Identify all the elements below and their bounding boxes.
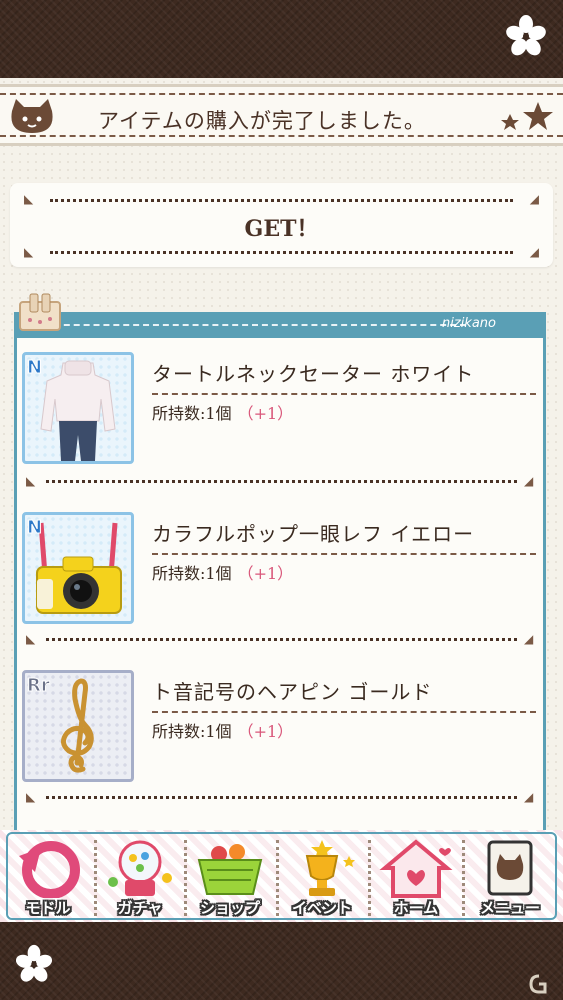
duck-icon: ◢: [529, 245, 539, 259]
bottom-nav: モドル ガチャ ショップ イベント ホーム メニュー: [0, 830, 563, 922]
top-bar: [0, 0, 563, 78]
back-button[interactable]: モドル: [4, 838, 92, 924]
event-label: イベント: [291, 899, 352, 917]
list-item[interactable]: N タートルネックセーター ホワイト 所持数:1個 （+1）: [22, 352, 538, 482]
duck-icon: ◣: [24, 192, 34, 206]
watermark-logo-icon: [529, 974, 547, 994]
duck-icon: ◢: [524, 790, 534, 804]
sakura-icon: [15, 944, 53, 982]
divider: [46, 480, 517, 483]
duck-icon: ◣: [26, 474, 36, 488]
item-name: ト音記号のヘアピン ゴールド: [152, 676, 536, 713]
page-title: アイテムの購入が完了しました。: [98, 109, 426, 133]
quantity-increment: （+1）: [237, 564, 294, 583]
item-thumbnail: N: [22, 512, 134, 624]
event-button[interactable]: イベント: [278, 838, 366, 924]
duck-icon: ◣: [26, 790, 36, 804]
rarity-badge: N: [26, 357, 43, 379]
duck-icon: ◣: [24, 245, 34, 259]
item-thumbnail: Rr: [22, 670, 134, 782]
list-item[interactable]: Rr ト音記号のヘアピン ゴールド 所持数:1個 （+1）: [22, 670, 538, 800]
duck-icon: ◢: [529, 192, 539, 206]
divider: [50, 199, 513, 202]
get-label: GET！: [244, 216, 319, 242]
quantity-label: 所持数:1個: [152, 404, 232, 423]
get-panel: ◣ ◢ GET！ ◣ ◢: [10, 183, 553, 267]
clip-icon: [19, 293, 61, 331]
quantity-label: 所持数:1個: [152, 722, 232, 741]
list-item[interactable]: N カラフルポップ一眼レフ イエロー 所持数:1個 （+1）: [22, 512, 538, 642]
gacha-icon: [108, 840, 172, 896]
item-panel-header: nizikano: [14, 312, 546, 338]
trophy-icon: [305, 840, 355, 896]
nav-divider: [368, 840, 371, 916]
sakura-icon: [506, 15, 546, 56]
brand-label: nizikano: [442, 316, 496, 331]
house-icon: [379, 839, 453, 898]
rarity-badge: Rr: [27, 675, 51, 697]
basket-icon: [197, 844, 263, 895]
item-quantity: 所持数:1個 （+1）: [152, 718, 293, 742]
shop-label: ショップ: [199, 899, 260, 917]
menu-label: メニュー: [479, 899, 540, 917]
quantity-label: 所持数:1個: [152, 564, 232, 583]
cat-icon: [11, 99, 53, 133]
item-name: カラフルポップ一眼レフ イエロー: [152, 518, 536, 555]
rarity-badge: N: [26, 517, 43, 539]
item-name: タートルネックセーター ホワイト: [152, 358, 536, 395]
back-label: モドル: [25, 899, 71, 917]
bottom-bar: [0, 922, 563, 1000]
divider: [50, 251, 513, 254]
header-banner: アイテムの購入が完了しました。: [0, 84, 563, 146]
item-thumbnail: N: [22, 352, 134, 464]
home-button[interactable]: ホーム: [372, 838, 460, 924]
stars-icon: [501, 102, 553, 130]
back-arrow-icon: [19, 841, 80, 899]
nav-divider: [462, 840, 465, 916]
menu-button[interactable]: メニュー: [466, 838, 554, 924]
divider: [46, 638, 517, 641]
gacha-button[interactable]: ガチャ: [96, 838, 184, 924]
home-label: ホーム: [393, 899, 439, 917]
duck-icon: ◢: [524, 474, 534, 488]
duck-icon: ◢: [524, 632, 534, 646]
item-quantity: 所持数:1個 （+1）: [152, 560, 293, 584]
gacha-label: ガチャ: [117, 899, 163, 917]
divider: [46, 796, 517, 799]
menu-card-icon: [487, 840, 533, 896]
quantity-increment: （+1）: [237, 722, 294, 741]
quantity-increment: （+1）: [237, 404, 294, 423]
shop-button[interactable]: ショップ: [186, 838, 274, 924]
item-quantity: 所持数:1個 （+1）: [152, 400, 293, 424]
duck-icon: ◣: [26, 632, 36, 646]
